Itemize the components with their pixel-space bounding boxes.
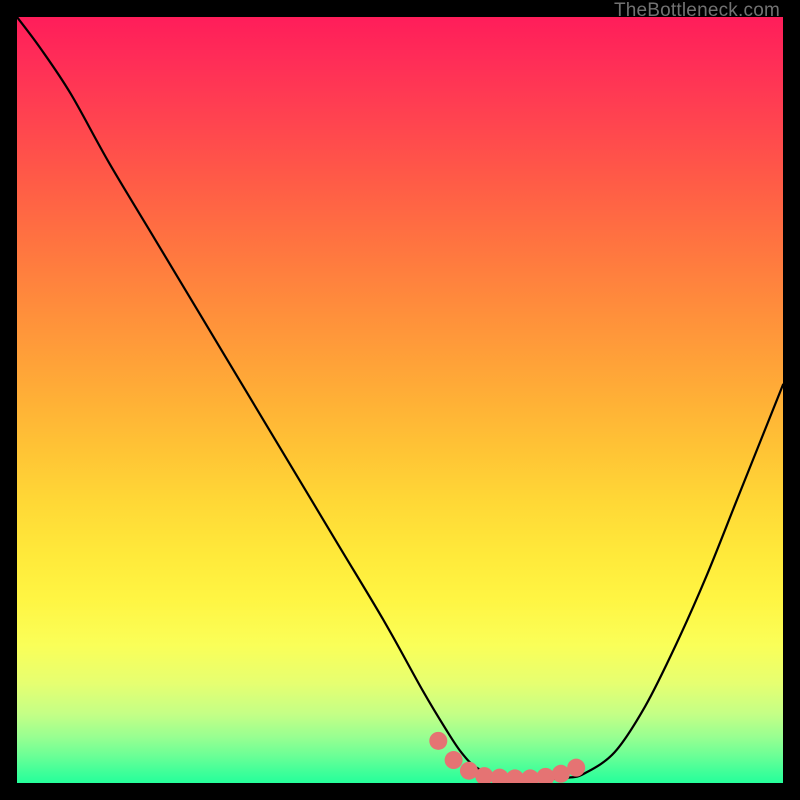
highlight-dot [506, 769, 524, 783]
bottleneck-curve [17, 17, 783, 779]
highlight-dot [537, 768, 555, 783]
chart-stage: TheBottleneck.com [0, 0, 800, 800]
highlight-dot [429, 732, 447, 750]
curve-layer [17, 17, 783, 783]
highlight-dot [552, 765, 570, 783]
highlight-dot [567, 759, 585, 777]
highlight-dot [460, 762, 478, 780]
highlight-dot [491, 769, 509, 783]
highlight-dot [445, 751, 463, 769]
watermark-text: TheBottleneck.com [614, 0, 780, 22]
plot-frame [17, 17, 783, 783]
highlight-dot [521, 769, 539, 783]
